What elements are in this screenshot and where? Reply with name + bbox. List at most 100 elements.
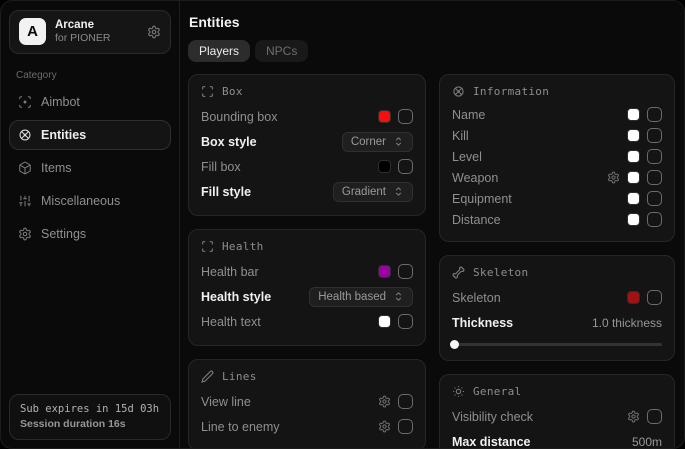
color-swatch[interactable] bbox=[627, 171, 640, 184]
pencil-line-icon bbox=[201, 370, 214, 383]
checkbox[interactable] bbox=[398, 419, 413, 434]
app-name: Arcane bbox=[55, 18, 138, 32]
row-gear-icon[interactable] bbox=[607, 171, 620, 184]
color-swatch[interactable] bbox=[627, 150, 640, 163]
thickness-value: 1.0 thickness bbox=[592, 316, 662, 330]
gear-icon bbox=[18, 227, 32, 241]
tab-npcs[interactable]: NPCs bbox=[255, 40, 308, 62]
skeleton-card: Skeleton Skeleton Thickness 1.0 thicknes… bbox=[439, 255, 675, 361]
setting-row-fill-box: Fill box bbox=[201, 154, 413, 179]
sidebar-nav: Aimbot Entities Items Miscellaneous bbox=[9, 87, 171, 252]
color-swatch[interactable] bbox=[378, 110, 391, 123]
tab-players[interactable]: Players bbox=[188, 40, 250, 62]
row-label: Bounding box bbox=[201, 110, 277, 124]
fill-style-dropdown[interactable]: Gradient bbox=[333, 182, 413, 202]
health-corners-icon bbox=[201, 240, 214, 253]
sidebar: A Arcane for PIONER Category Aimbot bbox=[1, 1, 180, 448]
checkbox[interactable] bbox=[647, 191, 662, 206]
sidebar-item-label: Settings bbox=[41, 227, 86, 241]
card-title: Lines bbox=[222, 370, 257, 383]
selector-icon bbox=[393, 186, 404, 197]
row-gear-icon[interactable] bbox=[378, 395, 391, 408]
color-swatch[interactable] bbox=[627, 192, 640, 205]
setting-row-view-line: View line bbox=[201, 389, 413, 414]
row-label: Equipment bbox=[452, 192, 512, 206]
row-label: Line to enemy bbox=[201, 420, 280, 434]
box-style-dropdown[interactable]: Corner bbox=[342, 132, 413, 152]
setting-row-thickness: Thickness 1.0 thickness bbox=[452, 310, 662, 335]
sidebar-item-entities[interactable]: Entities bbox=[9, 120, 171, 150]
color-swatch[interactable] bbox=[378, 160, 391, 173]
row-label: Weapon bbox=[452, 171, 498, 185]
setting-row-kill: Kill bbox=[452, 125, 662, 146]
subscription-card: Sub expires in 15d 03h Session duration … bbox=[9, 394, 171, 440]
setting-row-distance: Distance bbox=[452, 209, 662, 230]
box-card: Box Bounding box Box style Corner bbox=[188, 74, 426, 216]
card-title: Skeleton bbox=[473, 266, 528, 279]
setting-row-name: Name bbox=[452, 104, 662, 125]
color-swatch[interactable] bbox=[627, 108, 640, 121]
row-label: Fill style bbox=[201, 185, 251, 199]
checkbox[interactable] bbox=[398, 159, 413, 174]
row-label: Box style bbox=[201, 135, 257, 149]
sidebar-item-label: Aimbot bbox=[41, 95, 80, 109]
checkbox[interactable] bbox=[398, 314, 413, 329]
checkbox[interactable] bbox=[647, 128, 662, 143]
row-gear-icon[interactable] bbox=[378, 420, 391, 433]
main-content: Entities Players NPCs Box Bounding box bbox=[180, 1, 685, 448]
sun-icon bbox=[452, 385, 465, 398]
sidebar-item-items[interactable]: Items bbox=[9, 153, 171, 183]
thickness-slider[interactable] bbox=[452, 339, 662, 349]
row-label: Distance bbox=[452, 213, 501, 227]
checkbox[interactable] bbox=[647, 409, 662, 424]
color-swatch[interactable] bbox=[627, 129, 640, 142]
checkbox[interactable] bbox=[647, 149, 662, 164]
color-swatch[interactable] bbox=[627, 213, 640, 226]
max-distance-value: 500m bbox=[632, 435, 662, 449]
setting-row-health-text: Health text bbox=[201, 309, 413, 334]
crosshair-scan-icon bbox=[18, 95, 32, 109]
package-icon bbox=[18, 161, 32, 175]
sidebar-item-label: Items bbox=[41, 161, 72, 175]
checkbox[interactable] bbox=[398, 394, 413, 409]
page-title: Entities bbox=[189, 14, 675, 30]
row-label: Visibility check bbox=[452, 410, 533, 424]
row-label: Max distance bbox=[452, 435, 531, 449]
color-swatch[interactable] bbox=[378, 265, 391, 278]
selector-icon bbox=[393, 291, 404, 302]
sidebar-item-miscellaneous[interactable]: Miscellaneous bbox=[9, 186, 171, 216]
row-gear-icon[interactable] bbox=[627, 410, 640, 423]
color-swatch[interactable] bbox=[378, 315, 391, 328]
checkbox[interactable] bbox=[647, 290, 662, 305]
checkbox[interactable] bbox=[647, 170, 662, 185]
information-card: Information Name Kill bbox=[439, 74, 675, 242]
color-swatch[interactable] bbox=[627, 291, 640, 304]
setting-row-box-style: Box style Corner bbox=[201, 129, 413, 154]
setting-row-line-to-enemy: Line to enemy bbox=[201, 414, 413, 439]
row-label: Name bbox=[452, 108, 485, 122]
setting-row-health-style: Health style Health based bbox=[201, 284, 413, 309]
lines-card: Lines View line Line to enemy bbox=[188, 359, 426, 449]
checkbox[interactable] bbox=[398, 109, 413, 124]
setting-row-health-bar: Health bar bbox=[201, 259, 413, 284]
box-corners-icon bbox=[201, 85, 214, 98]
setting-row-visibility-check: Visibility check bbox=[452, 404, 662, 429]
info-radar-icon bbox=[452, 85, 465, 98]
checkbox[interactable] bbox=[398, 264, 413, 279]
setting-row-fill-style: Fill style Gradient bbox=[201, 179, 413, 204]
row-label: Level bbox=[452, 150, 482, 164]
health-style-dropdown[interactable]: Health based bbox=[309, 287, 413, 307]
sidebar-item-aimbot[interactable]: Aimbot bbox=[9, 87, 171, 117]
app-window: A Arcane for PIONER Category Aimbot bbox=[0, 0, 685, 449]
checkbox[interactable] bbox=[647, 212, 662, 227]
row-label: Skeleton bbox=[452, 291, 501, 305]
brand-gear-icon[interactable] bbox=[147, 25, 161, 39]
checkbox[interactable] bbox=[647, 107, 662, 122]
dropdown-value: Health based bbox=[318, 291, 386, 303]
selector-icon bbox=[393, 136, 404, 147]
slider-thumb[interactable] bbox=[450, 340, 459, 349]
row-label: Health bar bbox=[201, 265, 259, 279]
sidebar-item-settings[interactable]: Settings bbox=[9, 219, 171, 249]
bone-icon bbox=[452, 266, 465, 279]
category-label: Category bbox=[16, 70, 171, 81]
